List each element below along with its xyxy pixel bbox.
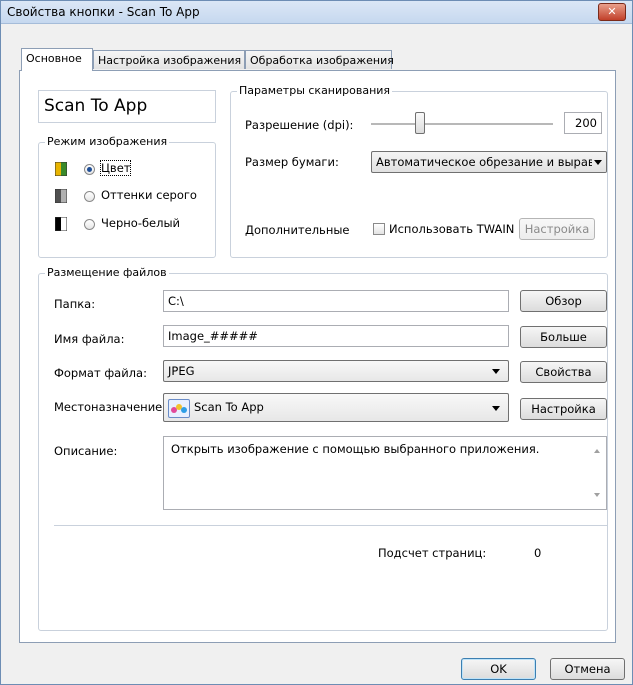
title-bar: Свойства кнопки - Scan To App ✕ <box>1 1 632 24</box>
divider <box>54 525 607 526</box>
window-title: Свойства кнопки - Scan To App <box>7 5 200 19</box>
close-button[interactable]: ✕ <box>598 3 626 21</box>
destination-value: Scan To App <box>194 400 264 414</box>
scroll-down-icon[interactable] <box>594 493 600 497</box>
tab-basic-label: Основное <box>26 52 82 65</box>
filename-input[interactable]: Image_##### <box>163 325 509 347</box>
cancel-button[interactable]: Отмена <box>550 658 625 680</box>
dialog-window: Свойства кнопки - Scan To App ✕ Основное… <box>0 0 633 685</box>
resolution-slider-track <box>371 123 553 126</box>
folder-input[interactable]: C:\ <box>163 290 509 312</box>
chevron-down-icon <box>594 160 602 165</box>
tab-basic[interactable]: Основное <box>21 48 93 71</box>
grayscale-mode-radio[interactable] <box>84 191 95 202</box>
color-mode-label[interactable]: Цвет <box>99 160 132 176</box>
tab-image-settings-label: Настройка изображения <box>98 54 242 67</box>
resolution-slider[interactable] <box>371 112 553 136</box>
format-select[interactable]: JPEG <box>163 360 509 382</box>
close-icon: ✕ <box>607 5 617 18</box>
destination-label: Местоназначение: <box>54 400 167 414</box>
bw-mode-icon <box>54 216 68 232</box>
description-textarea[interactable]: Открыть изображение с помощью выбранного… <box>163 436 607 510</box>
resolution-label: Разрешение (dpi): <box>245 118 354 132</box>
chevron-down-icon <box>492 406 500 411</box>
twain-checkbox[interactable] <box>373 223 385 235</box>
browse-button[interactable]: Обзор <box>520 290 607 312</box>
filename-label: Имя файла: <box>54 332 125 346</box>
button-name-field[interactable]: Scan To App <box>38 90 216 123</box>
additional-label: Дополнительные <box>245 223 350 237</box>
paper-size-select[interactable]: Автоматическое обрезание и выравн <box>371 151 607 173</box>
resolution-input[interactable]: 200 <box>564 112 602 134</box>
paper-size-label: Размер бумаги: <box>245 155 339 169</box>
ok-button[interactable]: OK <box>461 658 536 680</box>
tab-image-processing-label: Обработка изображения <box>250 54 394 67</box>
scroll-up-icon[interactable] <box>594 449 600 453</box>
format-label: Формат файла: <box>54 366 147 380</box>
tab-image-settings[interactable]: Настройка изображения <box>93 50 245 69</box>
tab-image-processing[interactable]: Обработка изображения <box>245 50 394 69</box>
twain-label[interactable]: Использовать TWAIN <box>389 222 514 236</box>
grayscale-mode-label[interactable]: Оттенки серого <box>101 188 197 202</box>
bw-mode-radio[interactable] <box>84 219 95 230</box>
chevron-down-icon <box>492 369 500 374</box>
twain-settings-button[interactable]: Настройка <box>519 218 595 240</box>
format-properties-button[interactable]: Свойства <box>520 361 607 383</box>
tab-panel-basic: Scan To App Режим изображения Цвет Оттен… <box>19 70 616 643</box>
destination-settings-button[interactable]: Настройка <box>520 398 607 420</box>
color-mode-icon <box>54 161 68 177</box>
image-mode-group: Режим изображения Цвет Оттенки серого Че… <box>38 135 216 258</box>
color-mode-radio[interactable] <box>84 164 95 175</box>
paper-size-value: Автоматическое обрезание и выравн <box>376 155 603 169</box>
scan-params-title: Параметры сканирования <box>237 84 393 97</box>
scan-params-group: Параметры сканирования Разрешение (dpi):… <box>230 84 608 258</box>
bw-mode-label[interactable]: Черно-белый <box>101 216 180 230</box>
file-placement-group: Размещение файлов Папка: C:\ Обзор Имя ф… <box>38 266 608 631</box>
resolution-slider-thumb[interactable] <box>415 112 425 134</box>
app-icon <box>168 399 190 418</box>
description-label: Описание: <box>54 444 118 458</box>
grayscale-mode-icon <box>54 188 68 204</box>
file-placement-title: Размещение файлов <box>45 266 169 279</box>
destination-select[interactable]: Scan To App <box>163 393 509 422</box>
folder-label: Папка: <box>54 297 96 311</box>
more-button[interactable]: Больше <box>520 326 607 348</box>
format-value: JPEG <box>168 364 195 378</box>
page-count-value: 0 <box>534 546 542 560</box>
image-mode-title: Режим изображения <box>45 135 170 148</box>
description-scrollbar[interactable] <box>589 437 606 509</box>
page-count-label: Подсчет страниц: <box>378 546 487 560</box>
description-text: Открыть изображение с помощью выбранного… <box>171 442 540 456</box>
